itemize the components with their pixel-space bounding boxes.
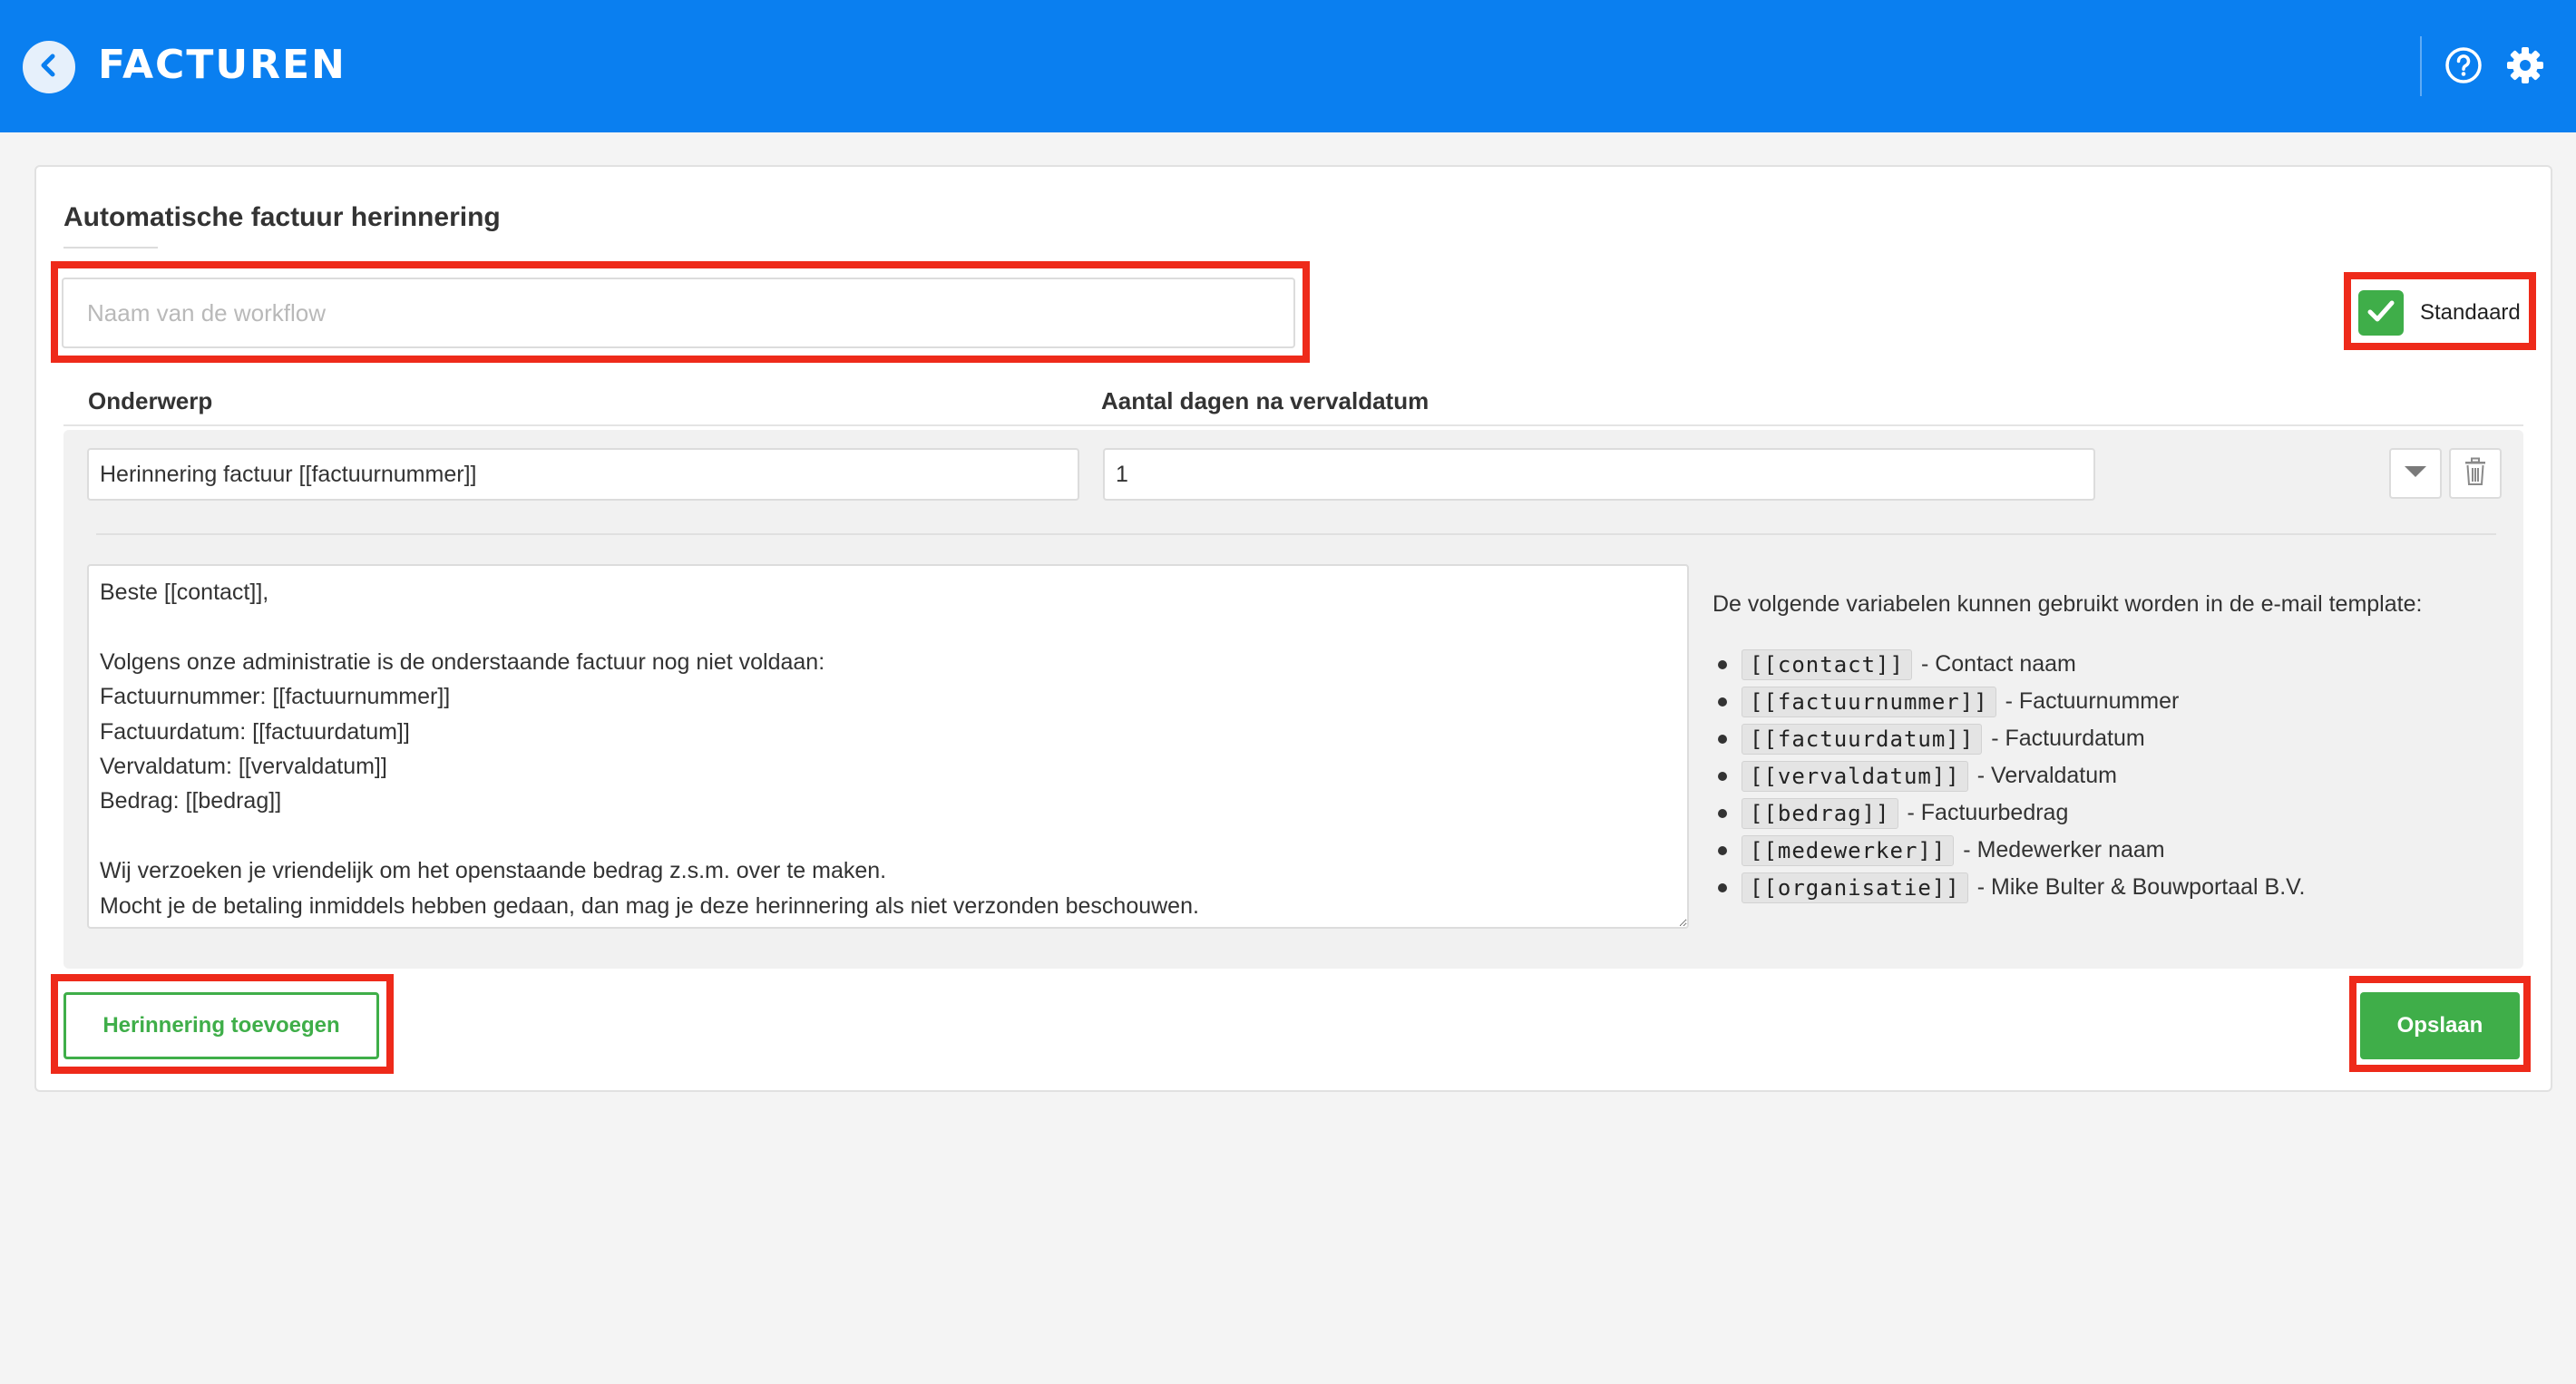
page-title: FACTUREN	[98, 42, 346, 88]
variable-code: [[medewerker]]	[1742, 834, 1955, 866]
default-label: Standaard	[2420, 300, 2521, 325]
variable-code: [[bedrag]]	[1742, 797, 1898, 829]
card-title: Automatische factuur herinnering	[63, 202, 501, 232]
variable-description: - Factuurnummer	[2005, 688, 2180, 714]
variable-description: - Factuurdatum	[1991, 726, 2145, 751]
bullet-dot	[1718, 659, 1727, 669]
variable-description: - Mike Bulter & Bouwportaal B.V.	[1976, 874, 2306, 900]
trash-icon	[2464, 457, 2487, 491]
checkbox-checked[interactable]	[2358, 290, 2404, 336]
top-bar: FACTUREN	[0, 0, 2576, 132]
bullet-dot	[1718, 771, 1727, 781]
variable-item: [[medewerker]] - Medewerker naam	[1712, 832, 2306, 869]
chevron-left-icon	[35, 52, 63, 83]
variable-item: [[vervaldatum]] - Vervaldatum	[1712, 757, 2306, 794]
variable-item: [[organisatie]] - Mike Bulter & Bouwporta…	[1712, 869, 2306, 906]
subject-column-header: Onderwerp	[88, 387, 213, 414]
variable-code: [[contact]]	[1742, 648, 1912, 680]
variable-code: [[factuurdatum]]	[1742, 723, 1983, 755]
variable-description: - Factuurbedrag	[1907, 800, 2069, 825]
variables-list: [[contact]] - Contact naam [[factuurnummer…	[1712, 646, 2306, 906]
variable-item: [[factuurdatum]] - Factuurdatum	[1712, 720, 2306, 757]
header-divider-line	[63, 424, 2523, 426]
title-underline	[63, 247, 158, 249]
back-button[interactable]	[23, 41, 75, 93]
bullet-dot	[1718, 734, 1727, 744]
settings-button[interactable]	[2505, 45, 2545, 90]
days-column-header: Aantal dagen na vervaldatum	[1101, 387, 1429, 414]
caret-down-icon	[2403, 464, 2428, 483]
variable-code: [[organisatie]]	[1742, 872, 1968, 903]
delete-button[interactable]	[2449, 448, 2502, 499]
bullet-dot	[1718, 882, 1727, 892]
variables-intro: De volgende variabelen kunnen gebruikt w…	[1712, 591, 2423, 617]
variable-item: [[bedrag]] - Factuurbedrag	[1712, 794, 2306, 832]
subject-input[interactable]	[87, 448, 1079, 501]
workflow-name-input[interactable]	[62, 278, 1295, 348]
bullet-dot	[1718, 697, 1727, 707]
variable-item: [[contact]] - Contact naam	[1712, 646, 2306, 683]
default-checkbox[interactable]: Standaard	[2358, 288, 2522, 337]
panel-divider	[96, 533, 2496, 535]
bullet-dot	[1718, 808, 1727, 818]
help-button[interactable]	[2444, 46, 2483, 89]
add-reminder-button[interactable]: Herinnering toevoegen	[63, 992, 379, 1059]
variable-item: [[factuurnummer]] - Factuurnummer	[1712, 683, 2306, 720]
check-icon	[2365, 295, 2397, 332]
variable-description: - Vervaldatum	[1976, 763, 2117, 788]
help-circle-icon	[2444, 46, 2483, 89]
variable-description: - Contact naam	[1920, 651, 2076, 677]
email-body-textarea[interactable]: Beste [[contact]], Volgens onze administ…	[87, 564, 1689, 929]
variable-code: [[factuurnummer]]	[1742, 686, 1996, 717]
header-divider	[2420, 36, 2422, 96]
variable-code: [[vervaldatum]]	[1742, 760, 1968, 792]
expand-button[interactable]	[2389, 448, 2442, 499]
save-button[interactable]: Opslaan	[2360, 992, 2520, 1059]
variable-description: - Medewerker naam	[1963, 837, 2165, 863]
bullet-dot	[1718, 845, 1727, 855]
days-input[interactable]	[1103, 448, 2095, 501]
gear-icon	[2505, 45, 2545, 90]
